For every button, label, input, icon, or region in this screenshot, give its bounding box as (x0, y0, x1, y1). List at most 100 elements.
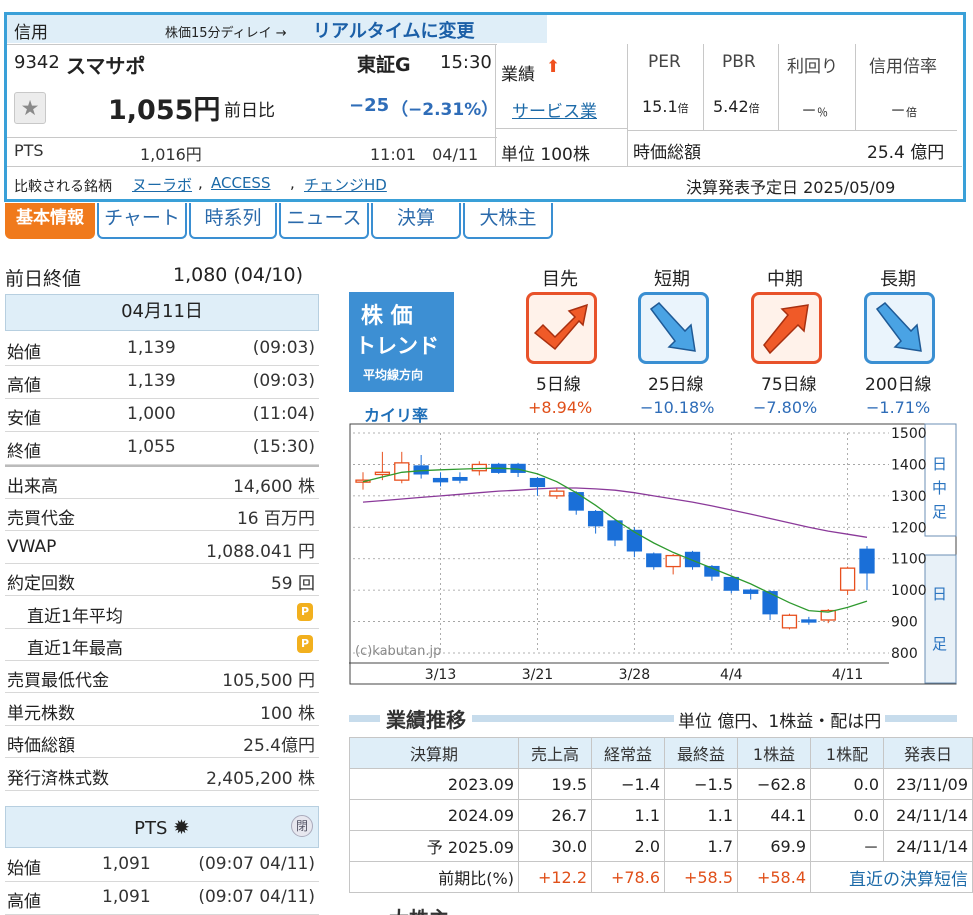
close-button[interactable]: 閉 (291, 815, 313, 837)
premium-lock-icon[interactable]: P (297, 602, 313, 621)
favorite-star-icon[interactable]: ★ (14, 92, 46, 124)
pbr-label: PBR (722, 52, 756, 72)
chart-side-label: 日 (932, 585, 947, 603)
candle-body (529, 477, 546, 488)
change-value: −25 (349, 95, 390, 116)
pts-row: 始値 1,091 (09:07 04/11) (5, 848, 319, 882)
perf-unit-note: 単位 億円、1株益・配は円 (674, 707, 886, 732)
stats-row: 売買代金 16 百万円 (5, 498, 319, 532)
next-section-title: 大株主 (349, 900, 489, 915)
yield-value: －％ (801, 101, 829, 120)
realtime-link[interactable]: リアルタイムに変更 (313, 17, 474, 43)
tab-news[interactable]: ニュース (279, 203, 369, 239)
stats-label: 直近1年平均 (27, 606, 123, 627)
performance-table: 決算期 売上高 経常益 最終益 1株益 1株配 発表日 2023.09 19.5 −1.4 −1.… (349, 737, 973, 893)
stats-label: VWAP (7, 536, 57, 557)
table-cell: 23/11/09 (883, 768, 973, 800)
change-pct: （−2.31%） (391, 100, 499, 120)
table-body: 2023.09 19.5 −1.4 −1.5 −62.8 0.0 23/11/09 2024.… (349, 768, 973, 893)
table-cell: 24/11/14 (883, 799, 973, 831)
table-cell: 2023.09 (349, 768, 519, 800)
y-tick-label: 1500 (891, 426, 927, 442)
candle-body (452, 476, 468, 481)
chart-watermark: (c)kabutan.jp (355, 644, 441, 659)
compare-stock-link[interactable]: ACCESS (211, 174, 270, 192)
ohlc-row: 高値 1,139 (09:03) (5, 365, 319, 399)
ohlc-value: 1,000 (127, 404, 176, 424)
table-row: 2023.09 19.5 −1.4 −1.5 −62.8 0.0 23/11/09 (349, 768, 973, 800)
candle-body (432, 477, 449, 483)
pts-row-time: (09:07 04/11) (198, 887, 315, 907)
table-cell: 1.1 (664, 799, 738, 831)
chart-side-label: 足 (932, 635, 947, 653)
tab-chart[interactable]: チャート (97, 203, 187, 239)
table-row: 予 2025.09 30.0 2.0 1.7 69.9 － 24/11/14 (349, 830, 973, 862)
stats-label: 約定回数 (7, 574, 75, 595)
candle-body (781, 614, 798, 629)
table-row: 前期比(%) +12.2 +78.6 +58.5 +58.4 直近の決算短信 (349, 861, 973, 893)
trend-title: 目先 (542, 269, 578, 290)
trend-kairi-value: −10.18% (640, 398, 715, 417)
table-cell: 19.5 (518, 768, 592, 800)
table-cell: 1.1 (591, 799, 665, 831)
trend-logo-line3: 平均線方向 (363, 368, 424, 382)
chart-side-label: 中 (932, 479, 947, 497)
column-header: 最終益 (664, 737, 738, 769)
stats-label: 直近1年最高 (27, 639, 123, 659)
sun-icon: ✹ (173, 815, 190, 839)
trend-logo-line2: トレンド (355, 334, 439, 358)
stats-value: 14,600 株 (233, 477, 315, 497)
candle-body (626, 529, 643, 552)
x-tick-label: 3/28 (619, 667, 650, 683)
divider (627, 44, 628, 166)
stock-name: スマサポ (66, 54, 146, 78)
price-time: 15:30 (440, 52, 492, 73)
delay-note: 株価15分ディレイ → (165, 26, 287, 41)
column-header: 売上高 (518, 737, 592, 769)
stats-label: 売買代金 (7, 509, 75, 530)
tab-earnings[interactable]: 決算 (371, 203, 461, 239)
margin-ratio-value: －倍 (890, 101, 918, 120)
down-arrow-icon (649, 301, 696, 352)
stats-row: 直近1年最高 P (5, 628, 319, 661)
tab-basic-info[interactable]: 基本情報 (5, 203, 95, 239)
tanshin-link[interactable]: 直近の決算短信 (810, 861, 973, 893)
compare-stock-link[interactable]: チェンジHD (304, 174, 387, 195)
pts-price: 1,016円 (140, 145, 202, 164)
compare-stock-link[interactable]: ヌーラボ (132, 174, 192, 195)
table-cell: −1.4 (591, 768, 665, 800)
tab-major-shareholders[interactable]: 大株主 (463, 203, 553, 239)
candle-body (723, 576, 739, 591)
stats-label: 出来高 (7, 477, 58, 497)
industry-link[interactable]: サービス業 (512, 97, 597, 122)
pts-row-value: 1,091 (102, 854, 151, 874)
candle-body (684, 551, 701, 568)
divider (627, 130, 957, 131)
stats-row: 直近1年平均 P (5, 596, 319, 629)
tab-time-series[interactable]: 時系列 (189, 203, 277, 239)
pts-row-label: 始値 (7, 859, 41, 879)
divider (778, 44, 779, 130)
premium-lock-icon[interactable]: P (297, 635, 313, 653)
pts-header-label: PTS (134, 818, 168, 839)
column-header: 経常益 (591, 737, 665, 769)
market-label: 東証G (357, 54, 411, 76)
table-cell: 44.1 (737, 799, 811, 831)
divider (7, 44, 497, 45)
candle-body (665, 554, 681, 568)
candle-body (587, 510, 604, 527)
compare-separator: , (198, 174, 203, 192)
y-tick-label: 1300 (891, 489, 927, 505)
x-tick-label: 3/13 (425, 667, 456, 683)
trend-arrow-box (526, 292, 597, 364)
ohlc-row: 安値 1,000 (11:04) (5, 398, 319, 432)
column-header: 決算期 (349, 737, 519, 769)
ohlc-label: 高値 (7, 376, 41, 396)
stats-row: 単元株数 100 株 (5, 693, 319, 726)
ohlc-time: (15:30) (252, 437, 315, 457)
ohlc-time: (09:03) (252, 371, 315, 391)
ohlc-row: 終値 1,055 (15:30) (5, 431, 319, 465)
y-tick-label: 800 (891, 646, 918, 662)
market-cap-label: 時価総額 (633, 143, 701, 163)
divider (495, 128, 627, 129)
